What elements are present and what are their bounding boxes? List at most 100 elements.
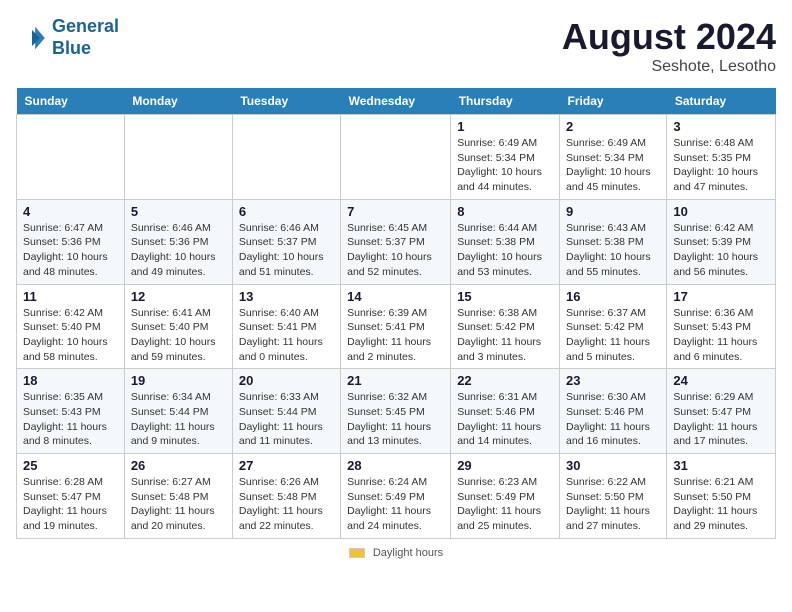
day-info: Sunrise: 6:39 AMSunset: 5:41 PMDaylight:… [347, 306, 444, 365]
day-info: Sunrise: 6:37 AMSunset: 5:42 PMDaylight:… [566, 306, 660, 365]
day-info: Sunrise: 6:48 AMSunset: 5:35 PMDaylight:… [673, 136, 769, 195]
day-header-wednesday: Wednesday [341, 88, 451, 115]
day-number: 19 [131, 373, 226, 388]
day-number: 10 [673, 204, 769, 219]
day-number: 5 [131, 204, 226, 219]
calendar-cell: 31Sunrise: 6:21 AMSunset: 5:50 PMDayligh… [667, 454, 776, 539]
day-info: Sunrise: 6:42 AMSunset: 5:40 PMDaylight:… [23, 306, 118, 365]
day-number: 24 [673, 373, 769, 388]
calendar-cell [341, 115, 451, 200]
day-info: Sunrise: 6:45 AMSunset: 5:37 PMDaylight:… [347, 221, 444, 280]
day-info: Sunrise: 6:49 AMSunset: 5:34 PMDaylight:… [457, 136, 553, 195]
day-number: 29 [457, 458, 553, 473]
calendar-cell [124, 115, 232, 200]
calendar-cell [232, 115, 340, 200]
calendar-cell: 21 Sunrise: 6:32 AMSunset: 5:45 PMDayligh… [341, 369, 451, 454]
day-number: 9 [566, 204, 660, 219]
calendar-cell: 24 Sunrise: 6:29 AMSunset: 5:47 PMDayligh… [667, 369, 776, 454]
calendar-cell: 16 Sunrise: 6:37 AMSunset: 5:42 PMDayligh… [560, 284, 667, 369]
day-info: Sunrise: 6:46 AMSunset: 5:36 PMDaylight:… [131, 221, 226, 280]
day-number: 30 [566, 458, 660, 473]
day-number: 23 [566, 373, 660, 388]
calendar-cell: 20Sunrise: 6:33 AMSunset: 5:44 PMDayligh… [232, 369, 340, 454]
calendar-cell: 29 Sunrise: 6:23 AMSunset: 5:49 PMDayligh… [451, 454, 560, 539]
logo: General Blue [16, 16, 119, 59]
logo-text-line2: Blue [52, 38, 119, 60]
day-info: Sunrise: 6:35 AMSunset: 5:43 PMDaylight:… [23, 390, 118, 449]
day-info: Sunrise: 6:27 AMSunset: 5:48 PMDaylight:… [131, 475, 226, 534]
calendar-week-row: 25Sunrise: 6:28 AMSunset: 5:47 PMDayligh… [17, 454, 776, 539]
day-info: Sunrise: 6:21 AMSunset: 5:50 PMDaylight:… [673, 475, 769, 534]
day-number: 4 [23, 204, 118, 219]
day-info: Sunrise: 6:42 AMSunset: 5:39 PMDaylight:… [673, 221, 769, 280]
day-number: 6 [239, 204, 334, 219]
day-number: 18 [23, 373, 118, 388]
title-block: August 2024 Seshote, Lesotho [562, 16, 776, 76]
month-year-title: August 2024 [562, 16, 776, 58]
calendar-cell: 26Sunrise: 6:27 AMSunset: 5:48 PMDayligh… [124, 454, 232, 539]
day-number: 2 [566, 119, 660, 134]
calendar-cell: 18 Sunrise: 6:35 AMSunset: 5:43 PMDayligh… [17, 369, 125, 454]
day-info: Sunrise: 6:30 AMSunset: 5:46 PMDaylight:… [566, 390, 660, 449]
day-info: Sunrise: 6:22 AMSunset: 5:50 PMDaylight:… [566, 475, 660, 534]
day-info: Sunrise: 6:38 AMSunset: 5:42 PMDaylight:… [457, 306, 553, 365]
day-info: Sunrise: 6:32 AMSunset: 5:45 PMDaylight:… [347, 390, 444, 449]
day-number: 11 [23, 289, 118, 304]
day-info: Sunrise: 6:34 AMSunset: 5:44 PMDaylight:… [131, 390, 226, 449]
day-header-monday: Monday [124, 88, 232, 115]
logo-icon [16, 22, 48, 54]
calendar-cell: 22Sunrise: 6:31 AMSunset: 5:46 PMDayligh… [451, 369, 560, 454]
day-number: 3 [673, 119, 769, 134]
calendar-cell: 28Sunrise: 6:24 AMSunset: 5:49 PMDayligh… [341, 454, 451, 539]
calendar-cell: 2 Sunrise: 6:49 AMSunset: 5:34 PMDaylight… [560, 115, 667, 200]
day-number: 13 [239, 289, 334, 304]
calendar-week-row: 1 Sunrise: 6:49 AMSunset: 5:34 PMDaylight… [17, 115, 776, 200]
day-number: 8 [457, 204, 553, 219]
day-number: 21 [347, 373, 444, 388]
calendar-cell: 13 Sunrise: 6:40 AMSunset: 5:41 PMDayligh… [232, 284, 340, 369]
day-info: Sunrise: 6:26 AMSunset: 5:48 PMDaylight:… [239, 475, 334, 534]
calendar-cell: 10 Sunrise: 6:42 AMSunset: 5:39 PMDayligh… [667, 199, 776, 284]
day-info: Sunrise: 6:47 AMSunset: 5:36 PMDaylight:… [23, 221, 118, 280]
day-number: 1 [457, 119, 553, 134]
day-info: Sunrise: 6:31 AMSunset: 5:46 PMDaylight:… [457, 390, 553, 449]
day-number: 7 [347, 204, 444, 219]
calendar-cell: 17 Sunrise: 6:36 AMSunset: 5:43 PMDayligh… [667, 284, 776, 369]
day-number: 16 [566, 289, 660, 304]
calendar-week-row: 18 Sunrise: 6:35 AMSunset: 5:43 PMDayligh… [17, 369, 776, 454]
day-info: Sunrise: 6:41 AMSunset: 5:40 PMDaylight:… [131, 306, 226, 365]
day-info: Sunrise: 6:23 AMSunset: 5:49 PMDaylight:… [457, 475, 553, 534]
daylight-label: Daylight hours [373, 547, 443, 559]
calendar-cell: 14Sunrise: 6:39 AMSunset: 5:41 PMDayligh… [341, 284, 451, 369]
day-number: 27 [239, 458, 334, 473]
calendar-cell: 8 Sunrise: 6:44 AMSunset: 5:38 PMDaylight… [451, 199, 560, 284]
day-info: Sunrise: 6:43 AMSunset: 5:38 PMDaylight:… [566, 221, 660, 280]
calendar-cell: 19 Sunrise: 6:34 AMSunset: 5:44 PMDayligh… [124, 369, 232, 454]
day-number: 25 [23, 458, 118, 473]
calendar-week-row: 11 Sunrise: 6:42 AMSunset: 5:40 PMDayligh… [17, 284, 776, 369]
calendar-cell: 30 Sunrise: 6:22 AMSunset: 5:50 PMDayligh… [560, 454, 667, 539]
daylight-bar-icon [349, 548, 365, 558]
day-info: Sunrise: 6:46 AMSunset: 5:37 PMDaylight:… [239, 221, 334, 280]
day-number: 12 [131, 289, 226, 304]
day-info: Sunrise: 6:40 AMSunset: 5:41 PMDaylight:… [239, 306, 334, 365]
calendar-cell: 12 Sunrise: 6:41 AMSunset: 5:40 PMDayligh… [124, 284, 232, 369]
day-number: 17 [673, 289, 769, 304]
day-info: Sunrise: 6:33 AMSunset: 5:44 PMDaylight:… [239, 390, 334, 449]
calendar-cell: 27 Sunrise: 6:26 AMSunset: 5:48 PMDayligh… [232, 454, 340, 539]
day-info: Sunrise: 6:24 AMSunset: 5:49 PMDaylight:… [347, 475, 444, 534]
day-header-tuesday: Tuesday [232, 88, 340, 115]
calendar-cell: 3 Sunrise: 6:48 AMSunset: 5:35 PMDaylight… [667, 115, 776, 200]
page-header: General Blue August 2024 Seshote, Lesoth… [16, 16, 776, 76]
calendar-cell [17, 115, 125, 200]
calendar-cell: 15Sunrise: 6:38 AMSunset: 5:42 PMDayligh… [451, 284, 560, 369]
day-info: Sunrise: 6:36 AMSunset: 5:43 PMDaylight:… [673, 306, 769, 365]
day-info: Sunrise: 6:44 AMSunset: 5:38 PMDaylight:… [457, 221, 553, 280]
day-header-friday: Friday [560, 88, 667, 115]
location-subtitle: Seshote, Lesotho [562, 58, 776, 76]
calendar-cell: 5 Sunrise: 6:46 AMSunset: 5:36 PMDaylight… [124, 199, 232, 284]
day-info: Sunrise: 6:49 AMSunset: 5:34 PMDaylight:… [566, 136, 660, 195]
footer: Daylight hours [16, 547, 776, 559]
calendar-cell: 25Sunrise: 6:28 AMSunset: 5:47 PMDayligh… [17, 454, 125, 539]
day-info: Sunrise: 6:29 AMSunset: 5:47 PMDaylight:… [673, 390, 769, 449]
